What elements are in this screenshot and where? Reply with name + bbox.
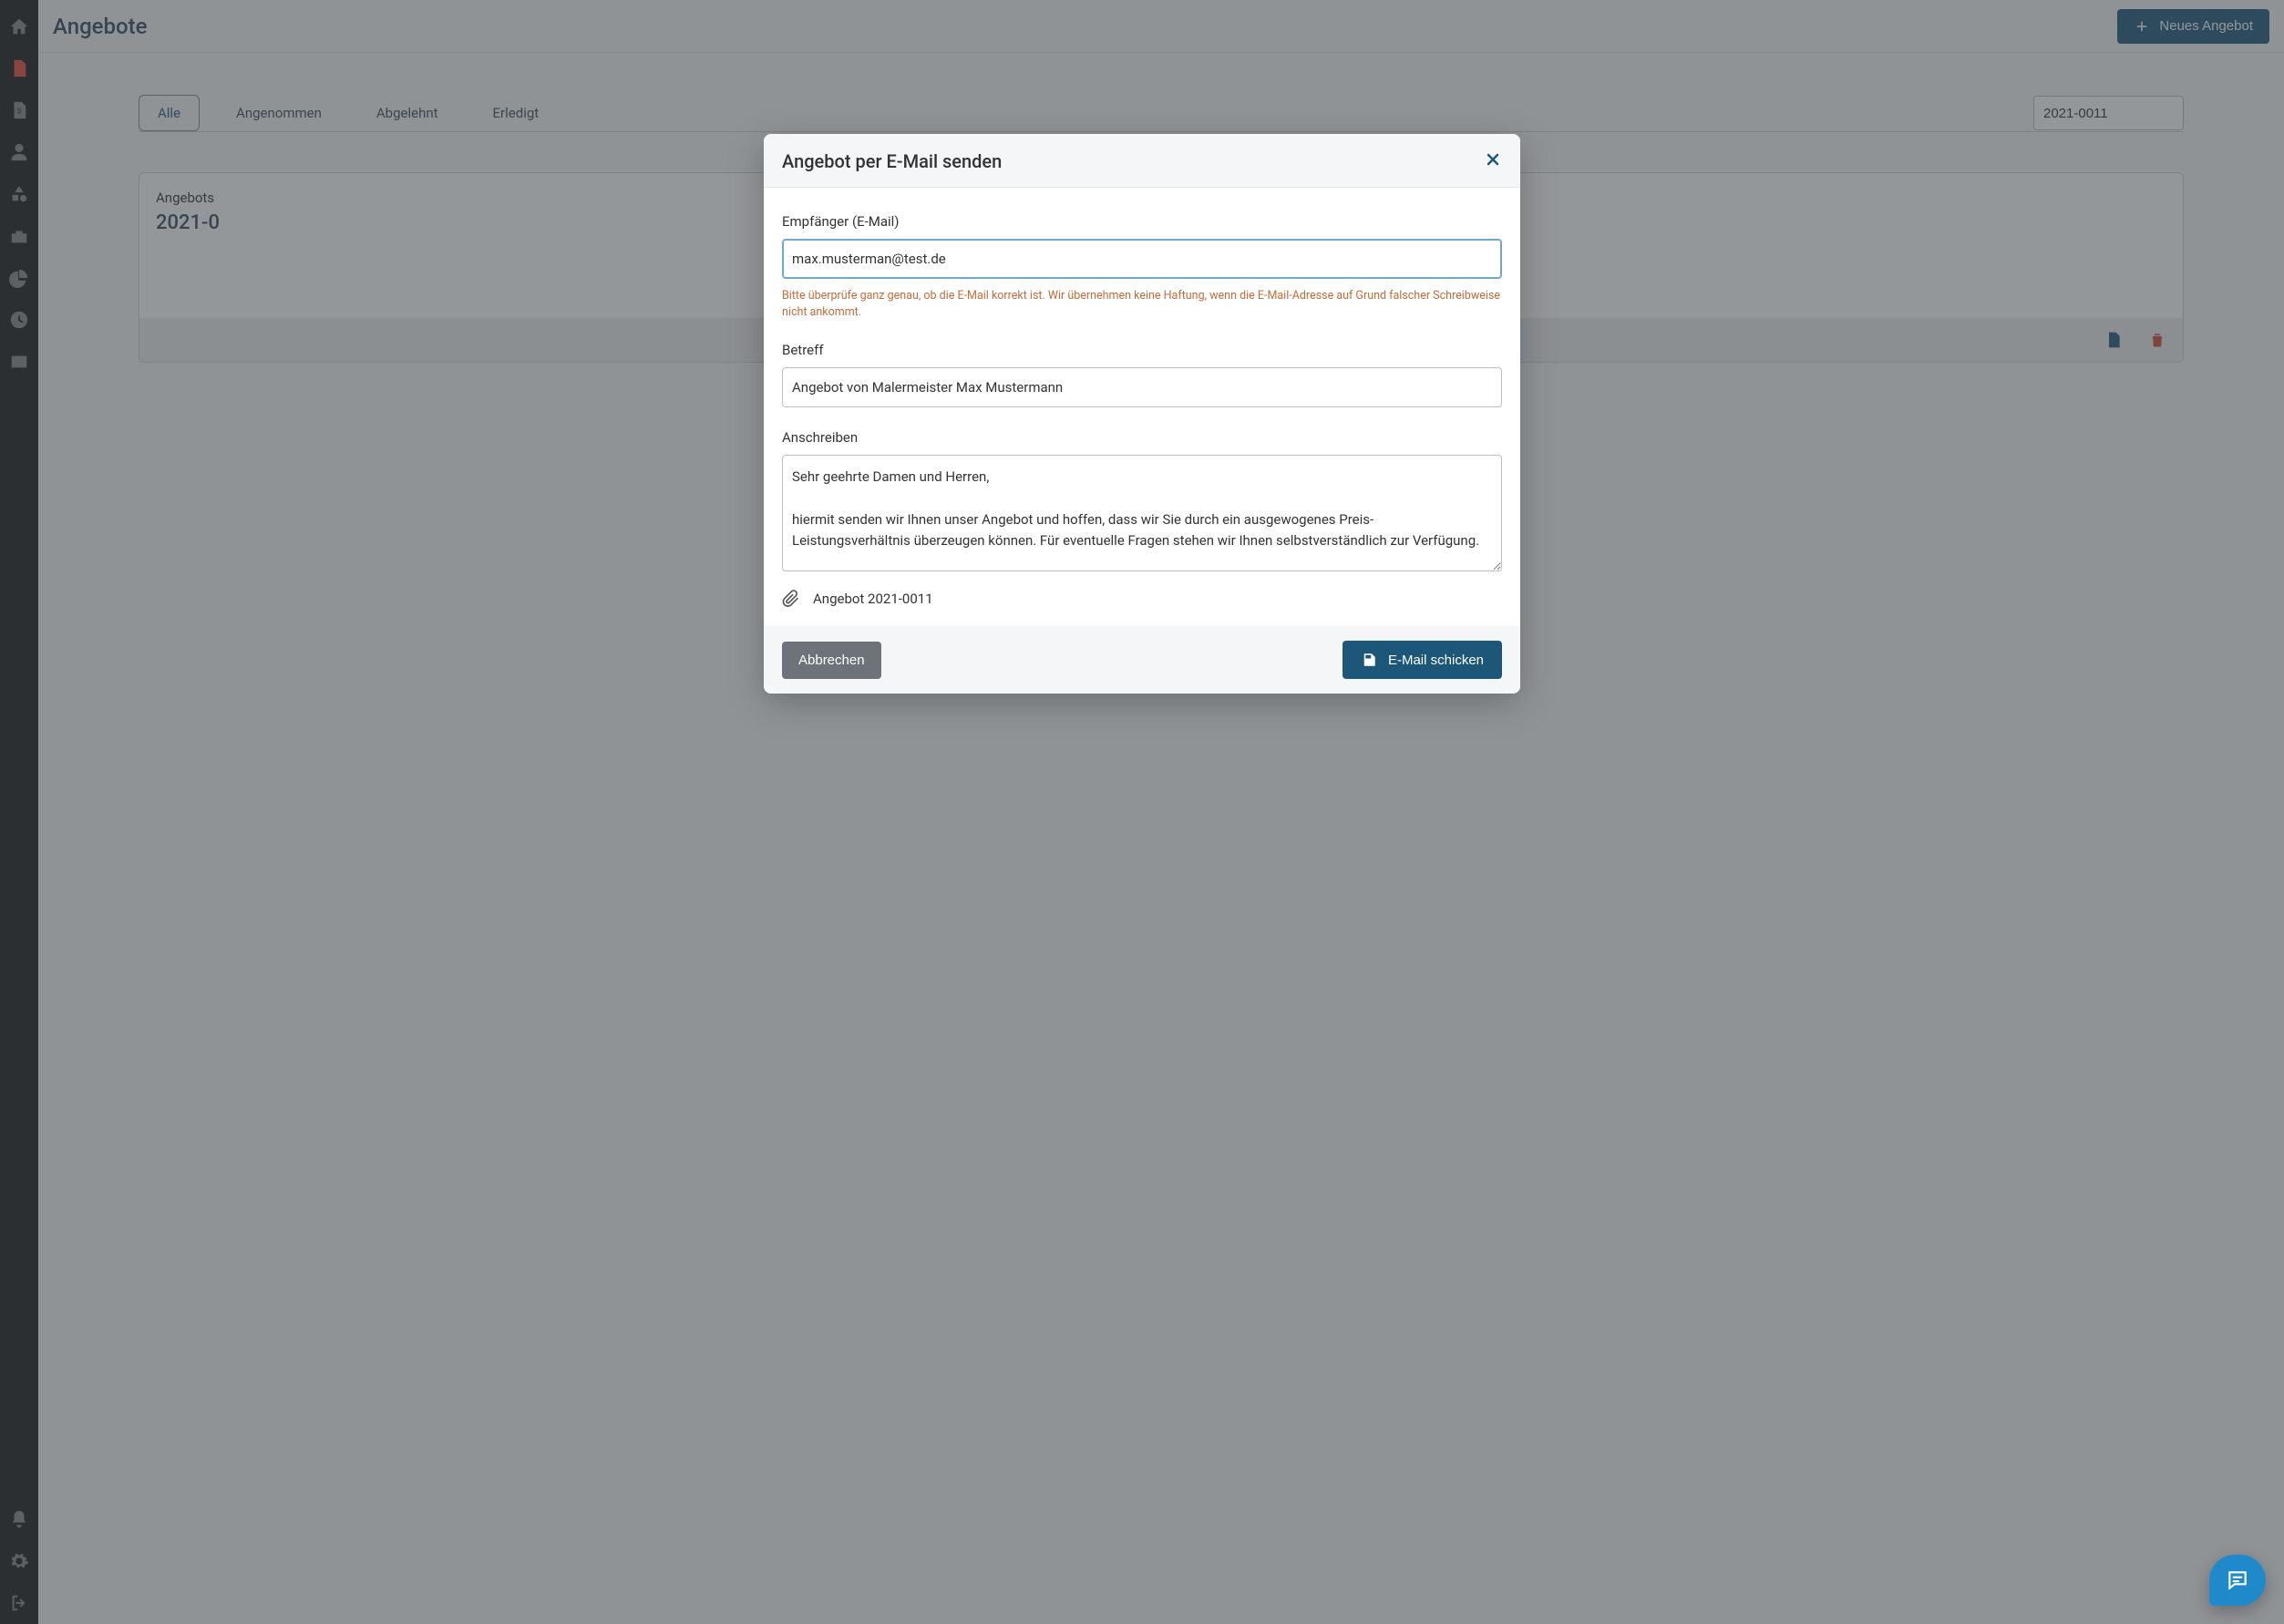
send-email-button-label: E-Mail schicken xyxy=(1388,653,1484,668)
body-group: Anschreiben xyxy=(782,429,1502,575)
send-email-modal: Angebot per E-Mail senden Empfänger (E-M… xyxy=(764,134,1520,694)
recipient-group: Empfänger (E-Mail) Bitte überprüfe ganz … xyxy=(782,213,1502,320)
attachment-label: Angebot 2021-0011 xyxy=(813,591,933,607)
paperclip-icon xyxy=(782,590,800,608)
subject-label: Betreff xyxy=(782,342,1502,358)
subject-input[interactable] xyxy=(782,367,1502,407)
body-textarea[interactable] xyxy=(782,455,1502,571)
subject-group: Betreff xyxy=(782,342,1502,407)
modal-close-button[interactable] xyxy=(1484,150,1502,172)
recipient-help-text: Bitte überprüfe ganz genau, ob die E-Mai… xyxy=(782,288,1502,320)
modal-footer: Abbrechen E-Mail schicken xyxy=(764,626,1520,694)
modal-header: Angebot per E-Mail senden xyxy=(764,134,1520,188)
chat-widget-button[interactable] xyxy=(2209,1555,2266,1606)
send-email-button[interactable]: E-Mail schicken xyxy=(1343,641,1502,679)
cancel-button[interactable]: Abbrechen xyxy=(782,642,881,679)
modal-body: Empfänger (E-Mail) Bitte überprüfe ganz … xyxy=(764,188,1520,626)
chat-icon xyxy=(2226,1568,2249,1592)
attachment-row: Angebot 2021-0011 xyxy=(782,590,1502,608)
modal-title: Angebot per E-Mail senden xyxy=(782,150,1002,172)
body-label: Anschreiben xyxy=(782,429,1502,446)
recipient-input[interactable] xyxy=(782,239,1502,279)
recipient-label: Empfänger (E-Mail) xyxy=(782,213,1502,230)
close-icon xyxy=(1484,150,1502,169)
save-icon xyxy=(1361,652,1377,668)
